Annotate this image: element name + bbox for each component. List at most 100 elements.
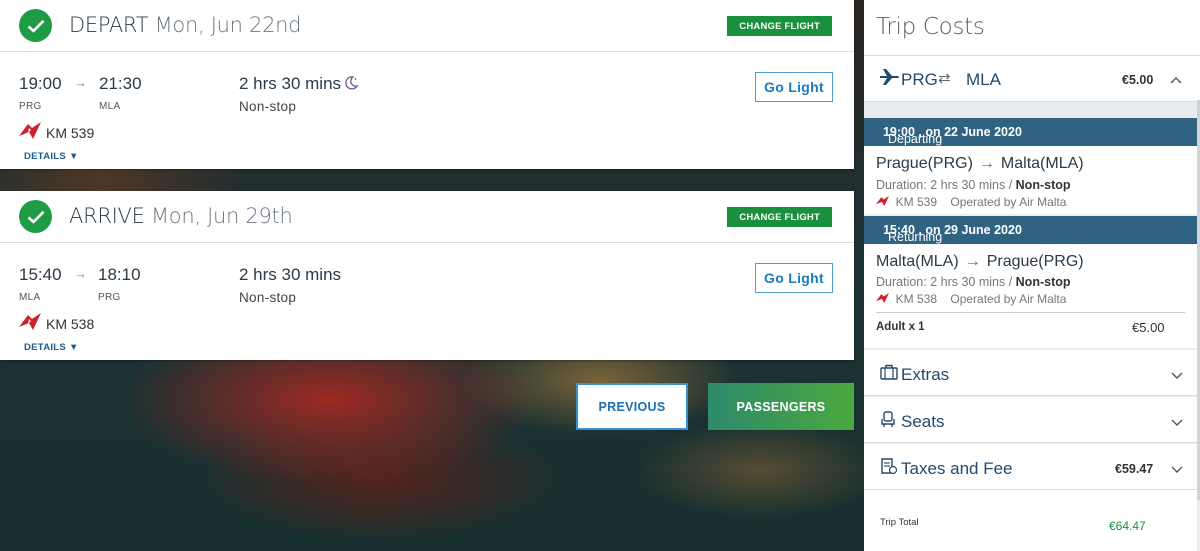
destination-code: MLA — [99, 101, 121, 112]
depart-date: Mon, Jun 22nd — [154, 13, 302, 37]
arrival-time: 21:30 — [99, 74, 142, 93]
departing-segment-header: Departing 19:00 , on 22 June 2020 — [864, 118, 1197, 146]
arrow-icon: → — [74, 75, 87, 90]
taxes-accordion[interactable]: Taxes and Fee €59.47 — [864, 444, 1197, 490]
arrive-date: Mon, Jun 29th — [150, 204, 293, 228]
adult-count: Adult x 1 — [876, 321, 925, 333]
plane-icon — [880, 69, 900, 90]
adult-fare-row: Adult x 1 €5.00 — [864, 312, 1197, 348]
trip-costs-panel: Trip Costs PRG ⇄ MLA €5.00 Departing 19:… — [864, 0, 1200, 551]
change-depart-flight-button[interactable]: CHANGE FLIGHT — [727, 16, 832, 36]
chevron-down-icon — [1171, 367, 1183, 385]
flight-number: KM 538 — [895, 292, 938, 306]
departing-heading: Departing 19:00 , on 22 June 2020 — [876, 125, 1022, 146]
arrival-time: 18:10 — [98, 265, 141, 284]
arrive-title: ARRIVE Mon, Jun 29th — [69, 204, 293, 228]
returning-duration: Duration: 2 hrs 30 mins / Non-stop — [876, 275, 1071, 289]
segment-origin: Prague(PRG) — [876, 155, 973, 172]
adult-price: €5.00 — [1132, 320, 1165, 335]
details-label: DETAILS — [24, 342, 67, 353]
flight-number: KM 538 — [46, 316, 95, 332]
details-link[interactable]: DETAILS ▼ — [24, 151, 79, 162]
chevron-up-icon — [1170, 71, 1182, 89]
depart-label: DEPART — [69, 13, 149, 37]
air-malta-logo-icon — [876, 292, 889, 306]
change-arrive-flight-button[interactable]: CHANGE FLIGHT — [727, 207, 832, 227]
arrow-icon: → — [964, 253, 981, 270]
returning-route: Malta(MLA) → Prague(PRG) — [876, 253, 1084, 271]
go-light-fare-button[interactable]: Go Light — [755, 72, 833, 102]
returning-label: Returning — [888, 230, 943, 244]
extras-label: Extras — [901, 365, 950, 384]
seats-label: Seats — [901, 412, 945, 431]
segment-origin: Malta(MLA) — [876, 253, 959, 270]
arrive-label: ARRIVE — [69, 204, 145, 228]
depart-card-header: DEPART Mon, Jun 22nd CHANGE FLIGHT — [0, 0, 854, 52]
arrive-flight-card: ARRIVE Mon, Jun 29th CHANGE FLIGHT 15:40… — [0, 191, 854, 360]
details-link[interactable]: DETAILS ▼ — [24, 342, 79, 353]
returning-segment-header: Returning 15:40 , on 29 June 2020 — [864, 216, 1197, 244]
chevron-down-icon — [1171, 461, 1183, 479]
arrive-flight-row: 15:40 → 18:10 MLA PRG 2 hrs 30 mins Non-… — [0, 243, 854, 360]
depart-title: DEPART Mon, Jun 22nd — [69, 13, 301, 37]
segment-destination: Prague(PRG) — [986, 253, 1084, 270]
duration-text: Duration: 2 hrs 30 mins / — [876, 275, 1013, 289]
depart-flight-card: DEPART Mon, Jun 22nd CHANGE FLIGHT 19:00… — [0, 0, 854, 169]
details-label: DETAILS — [24, 151, 67, 162]
go-light-fare-button[interactable]: Go Light — [755, 263, 833, 293]
swap-icon: ⇄ — [938, 70, 951, 87]
returning-segment: Malta(MLA) → Prague(PRG) Duration: 2 hrs 3… — [864, 244, 1197, 312]
air-malta-logo-icon — [19, 313, 41, 335]
depart-flight-row: 19:00 → 21:30 PRG MLA 2 hrs 30 mins Non-… — [0, 52, 854, 169]
trip-costs-title: Trip Costs — [876, 14, 985, 40]
seat-icon — [880, 411, 896, 433]
passengers-button[interactable]: PASSENGERS — [708, 383, 854, 430]
arrow-icon: → — [978, 155, 995, 172]
departing-flight-info: KM 539 Operated by Air Malta — [876, 195, 1066, 209]
extras-accordion[interactable]: Extras — [864, 350, 1197, 396]
receipt-icon — [880, 458, 898, 480]
operator-text: Operated by Air Malta — [950, 292, 1067, 306]
check-icon — [19, 9, 52, 42]
flight-duration: 2 hrs 30 mins — [239, 265, 342, 284]
luggage-icon — [880, 364, 898, 385]
operator-text: Operated by Air Malta — [950, 195, 1067, 209]
moon-icon — [343, 75, 359, 96]
air-malta-logo-icon — [876, 195, 889, 209]
previous-button[interactable]: PREVIOUS — [576, 383, 688, 430]
origin-code: MLA — [19, 292, 41, 303]
arrow-icon: → — [74, 266, 87, 281]
route-summary-toggle[interactable]: PRG ⇄ MLA €5.00 — [864, 56, 1200, 102]
origin-code: PRG — [19, 101, 42, 112]
stops-text: Non-stop — [1015, 178, 1071, 192]
route-destination: MLA — [966, 70, 1001, 89]
taxes-label: Taxes and Fee — [901, 459, 1013, 478]
seats-accordion[interactable]: Seats — [864, 397, 1197, 443]
trip-total-price: €64.47 — [1109, 519, 1146, 533]
caret-down-icon: ▼ — [69, 342, 79, 353]
segment-destination: Malta(MLA) — [1000, 155, 1084, 172]
returning-flight-info: KM 538 Operated by Air Malta — [876, 292, 1066, 306]
departing-duration: Duration: 2 hrs 30 mins / Non-stop — [876, 178, 1071, 192]
caret-down-icon: ▼ — [69, 151, 79, 162]
trip-costs-header: Trip Costs — [864, 0, 1200, 56]
departing-route: Prague(PRG) → Malta(MLA) — [876, 155, 1084, 173]
flight-number: KM 539 — [46, 125, 95, 141]
duration-text: Duration: 2 hrs 30 mins / — [876, 178, 1013, 192]
departure-time: 19:00 — [19, 74, 62, 93]
departing-segment: Prague(PRG) → Malta(MLA) Duration: 2 hrs 3… — [864, 146, 1197, 214]
stops-label: Non-stop — [239, 290, 297, 305]
chevron-down-icon — [1171, 414, 1183, 432]
stops-label: Non-stop — [239, 99, 297, 114]
taxes-price: €59.47 — [1115, 462, 1154, 476]
divider — [876, 312, 1185, 313]
check-icon — [19, 200, 52, 233]
departure-time: 15:40 — [19, 265, 62, 284]
route-price: €5.00 — [1122, 73, 1154, 87]
departing-label: Departing — [888, 132, 943, 146]
trip-total-row: Trip Total €64.47 — [864, 490, 1197, 551]
trip-total-label: Trip Total — [880, 517, 919, 528]
air-malta-logo-icon — [19, 122, 41, 144]
route-origin: PRG — [901, 70, 938, 89]
destination-code: PRG — [98, 292, 121, 303]
